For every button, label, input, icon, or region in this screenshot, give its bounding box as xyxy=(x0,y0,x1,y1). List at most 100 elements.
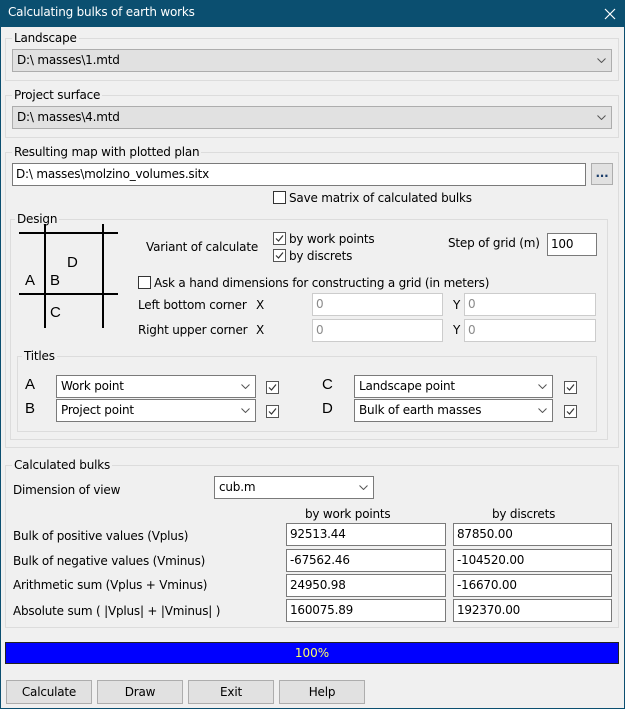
diagram-letter-a: A xyxy=(25,272,36,289)
checkmark-icon xyxy=(275,235,284,242)
absolute-sum-work-points-value: 160075.89 xyxy=(290,603,354,617)
arithmetic-sum-work-points-field[interactable]: 24950.98 xyxy=(286,574,446,597)
project-surface-select[interactable]: D:\ masses\4.mtd xyxy=(12,106,612,129)
help-button[interactable]: Help xyxy=(279,680,365,704)
by-discrets-checkbox[interactable] xyxy=(273,249,286,262)
draw-label: Draw xyxy=(124,685,156,699)
title-letter-d: D xyxy=(322,400,333,417)
title-d-select[interactable]: Bulk of earth masses xyxy=(354,399,553,422)
chevron-down-icon xyxy=(596,107,606,128)
vminus-work-points-field[interactable]: -67562.46 xyxy=(286,549,446,572)
left-bottom-x-label: X xyxy=(256,298,265,312)
step-of-grid-value: 100 xyxy=(551,237,574,251)
arithmetic-sum-work-points-value: 24950.98 xyxy=(290,578,346,592)
checkmark-icon xyxy=(275,252,284,259)
right-upper-y-value: 0 xyxy=(468,323,476,337)
result-map-label: Resulting map with plotted plan xyxy=(12,145,202,159)
ask-hand-dimensions-checkbox[interactable] xyxy=(138,276,151,289)
title-d-checkbox[interactable] xyxy=(564,405,577,418)
vplus-work-points-value: 92513.44 xyxy=(290,527,346,541)
title-a-select[interactable]: Work point xyxy=(56,375,256,398)
by-work-points-label: by work points xyxy=(289,232,375,246)
left-bottom-y-input[interactable]: 0 xyxy=(464,293,596,316)
title-c-checkbox[interactable] xyxy=(564,381,577,394)
chevron-down-icon xyxy=(596,50,606,71)
dimension-of-view-value: cub.m xyxy=(219,480,256,494)
right-upper-x-label: X xyxy=(256,323,265,337)
close-button[interactable] xyxy=(595,0,625,27)
vminus-work-points-value: -67562.46 xyxy=(290,553,350,567)
close-icon xyxy=(604,8,616,19)
title-d-value: Bulk of earth masses xyxy=(359,403,482,417)
vminus-discrets-field[interactable]: -104520.00 xyxy=(453,549,612,572)
save-matrix-checkbox[interactable] xyxy=(273,191,286,204)
exit-label: Exit xyxy=(220,685,242,699)
browse-button[interactable]: ... xyxy=(591,163,613,185)
calculate-label: Calculate xyxy=(21,685,77,699)
chevron-down-icon xyxy=(537,376,547,397)
right-upper-y-label: Y xyxy=(453,323,461,337)
help-label: Help xyxy=(308,685,336,699)
title-c-select[interactable]: Landscape point xyxy=(354,375,553,398)
result-map-path-value: D:\ masses\molzino_volumes.sitx xyxy=(16,167,210,181)
save-matrix-label: Save matrix of calculated bulks xyxy=(289,191,472,205)
vplus-discrets-field[interactable]: 87850.00 xyxy=(453,523,612,546)
checkmark-icon xyxy=(566,408,575,415)
calculate-button[interactable]: Calculate xyxy=(6,680,92,704)
absolute-sum-work-points-field[interactable]: 160075.89 xyxy=(286,599,446,622)
by-discrets-label: by discrets xyxy=(289,249,353,263)
right-upper-y-input[interactable]: 0 xyxy=(464,319,596,342)
landscape-value: D:\ masses\1.mtd xyxy=(17,53,120,67)
title-letter-b: B xyxy=(25,400,36,417)
ask-hand-dimensions-label: Ask a hand dimensions for constructing a… xyxy=(154,276,490,290)
arithmetic-sum-discrets-field[interactable]: -16670.00 xyxy=(453,574,612,597)
checkmark-icon xyxy=(268,408,277,415)
browse-label: ... xyxy=(595,166,609,180)
right-upper-x-input[interactable]: 0 xyxy=(312,319,443,342)
landscape-label: Landscape xyxy=(12,31,79,45)
title-letter-a: A xyxy=(25,376,36,393)
chevron-down-icon xyxy=(537,400,547,421)
dimension-of-view-select[interactable]: cub.m xyxy=(214,476,374,499)
draw-button[interactable]: Draw xyxy=(97,680,183,704)
title-a-value: Work point xyxy=(61,379,124,393)
vplus-work-points-field[interactable]: 92513.44 xyxy=(286,523,446,546)
project-surface-label: Project surface xyxy=(12,88,103,102)
step-of-grid-input[interactable]: 100 xyxy=(547,233,597,256)
titles-label: Titles xyxy=(22,349,57,363)
column-header-work-points: by work points xyxy=(305,507,391,521)
result-row-label: Bulk of positive values (Vplus) xyxy=(13,529,189,543)
left-bottom-x-value: 0 xyxy=(316,297,324,311)
title-b-checkbox[interactable] xyxy=(266,405,279,418)
landscape-select[interactable]: D:\ masses\1.mtd xyxy=(12,49,612,72)
title-bar: Calculating bulks of earth works xyxy=(0,0,625,27)
project-surface-value: D:\ masses\4.mtd xyxy=(17,110,120,124)
progress-text: 100% xyxy=(294,646,330,660)
result-row-label: Arithmetic sum (Vplus + Vminus) xyxy=(13,578,208,592)
step-of-grid-label: Step of grid (m) xyxy=(448,236,540,250)
right-upper-x-value: 0 xyxy=(316,323,324,337)
column-header-discrets: by discrets xyxy=(492,507,556,521)
right-upper-corner-label: Right upper corner xyxy=(138,323,248,337)
title-b-select[interactable]: Project point xyxy=(56,399,256,422)
result-row-label: Bulk of negative values (Vminus) xyxy=(13,554,206,568)
exit-button[interactable]: Exit xyxy=(188,680,274,704)
chevron-down-icon xyxy=(240,400,250,421)
left-bottom-y-value: 0 xyxy=(468,297,476,311)
left-bottom-x-input[interactable]: 0 xyxy=(312,293,443,316)
chevron-down-icon xyxy=(358,477,368,498)
title-a-checkbox[interactable] xyxy=(266,381,279,394)
absolute-sum-discrets-field[interactable]: 192370.00 xyxy=(453,599,612,622)
dimension-of-view-label: Dimension of view xyxy=(13,483,121,497)
progress-bar: 100% xyxy=(5,642,619,664)
title-c-value: Landscape point xyxy=(359,379,455,393)
calculated-bulks-label: Calculated bulks xyxy=(12,458,113,472)
diagram-letter-c: C xyxy=(50,304,61,321)
checkmark-icon xyxy=(268,384,277,391)
vplus-discrets-value: 87850.00 xyxy=(457,527,513,541)
diagram-letter-d: D xyxy=(67,254,78,271)
dialog-window: Calculating bulks of earth works Landsca… xyxy=(0,0,625,709)
by-work-points-checkbox[interactable] xyxy=(273,232,286,245)
result-map-path-input[interactable]: D:\ masses\molzino_volumes.sitx xyxy=(12,163,586,186)
absolute-sum-discrets-value: 192370.00 xyxy=(457,603,521,617)
